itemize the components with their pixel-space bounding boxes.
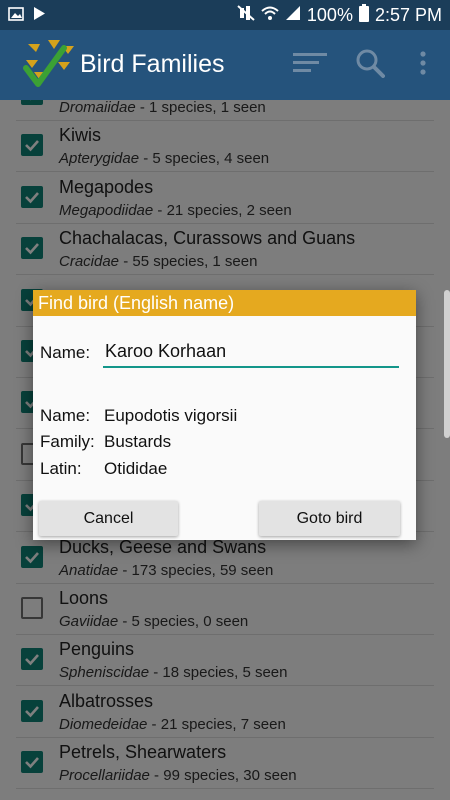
clock: 2:57 PM [374,4,442,25]
app-logo-icon [20,38,76,92]
mute-icon [237,4,255,26]
sort-icon [293,51,327,80]
overflow-menu-icon [419,50,427,80]
result-family-label: Family: [40,432,95,451]
wifi-icon [261,5,279,26]
sort-button[interactable] [292,47,328,83]
app-bar: Bird Families [0,30,450,100]
goto-bird-button[interactable]: Goto bird [259,501,400,536]
result-name-value: Eupodotis vigorsii [104,406,238,425]
result-latin-label: Latin: [40,459,82,478]
scrollbar-thumb[interactable] [444,290,450,438]
find-bird-dialog: Find bird (English name) Name: Name: Eup… [33,290,416,540]
overflow-menu-button[interactable] [405,47,441,83]
signal-icon [285,5,301,26]
battery-percent: 100% [306,4,353,25]
result-family-value: Bustards [104,432,172,451]
search-icon [355,48,385,83]
play-store-icon [32,5,46,26]
bird-name-input[interactable] [103,340,399,368]
search-button[interactable] [352,47,388,83]
name-input-label: Name: [40,343,91,362]
status-bar-left [0,5,46,26]
status-bar: 100% 2:57 PM [0,0,450,30]
result-name-label: Name: [40,406,91,425]
app-title: Bird Families [80,50,225,78]
battery-icon [358,3,369,27]
image-icon [8,5,24,26]
cancel-button[interactable]: Cancel [39,501,178,536]
result-latin-value: Otididae [104,459,168,478]
status-bar-right: 100% 2:57 PM [237,3,450,27]
dialog-title: Find bird (English name) [33,290,416,316]
